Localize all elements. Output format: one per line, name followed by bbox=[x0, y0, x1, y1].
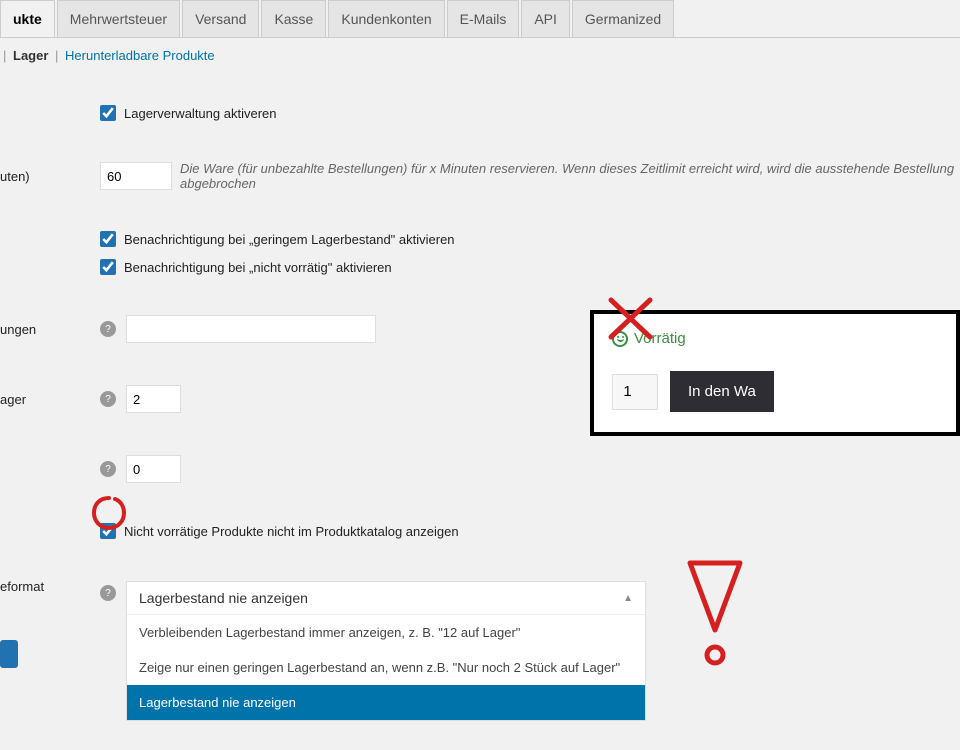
tab-emails[interactable]: E-Mails bbox=[447, 0, 520, 37]
stock-display-format-select[interactable]: Lagerbestand nie anzeigen ▲ Verbleibende… bbox=[126, 581, 646, 721]
hide-out-of-stock-label: Nicht vorrätige Produkte nicht im Produk… bbox=[124, 524, 459, 539]
product-preview-box: Vorrätig In den Wa bbox=[590, 310, 960, 436]
select-option-low-only[interactable]: Zeige nur einen geringen Lagerbestand an… bbox=[127, 650, 645, 685]
out-of-stock-threshold-input[interactable] bbox=[126, 455, 181, 483]
quantity-input[interactable] bbox=[612, 374, 658, 410]
tab-accounts[interactable]: Kundenkonten bbox=[328, 0, 444, 37]
notification-recipients-label: ungen bbox=[0, 322, 100, 337]
chevron-up-icon: ▲ bbox=[623, 593, 633, 604]
stock-status: Vorrätig bbox=[612, 330, 938, 347]
stock-status-text: Vorrätig bbox=[634, 330, 686, 347]
low-stock-notify-checkbox[interactable] bbox=[100, 231, 116, 247]
hold-stock-label: uten) bbox=[0, 169, 100, 184]
select-current-value[interactable]: Lagerbestand nie anzeigen ▲ bbox=[127, 582, 645, 615]
help-icon[interactable]: ? bbox=[100, 321, 116, 337]
tab-shipping[interactable]: Versand bbox=[182, 0, 259, 37]
hold-stock-minutes-input[interactable] bbox=[100, 162, 172, 190]
tab-tax[interactable]: Mehrwertsteuer bbox=[57, 0, 180, 37]
tab-api[interactable]: API bbox=[521, 0, 570, 37]
hold-stock-description: Die Ware (für unbezahlte Bestellungen) f… bbox=[180, 161, 960, 191]
tab-checkout[interactable]: Kasse bbox=[261, 0, 326, 37]
save-button[interactable] bbox=[0, 640, 18, 668]
low-stock-threshold-input[interactable] bbox=[126, 385, 181, 413]
help-icon[interactable]: ? bbox=[100, 391, 116, 407]
enable-stock-management-checkbox[interactable] bbox=[100, 105, 116, 121]
low-stock-notify-label: Benachrichtigung bei „geringem Lagerbest… bbox=[124, 232, 455, 247]
add-to-cart-button[interactable]: In den Wa bbox=[670, 371, 774, 412]
out-of-stock-notify-checkbox[interactable] bbox=[100, 259, 116, 275]
subtab-downloadable[interactable]: Herunterladbare Produkte bbox=[65, 48, 215, 63]
subtab-inventory[interactable]: Lager bbox=[13, 48, 48, 63]
select-option-always[interactable]: Verbleibenden Lagerbestand immer anzeige… bbox=[127, 615, 645, 650]
notification-recipients-input[interactable] bbox=[126, 315, 376, 343]
hide-out-of-stock-checkbox[interactable] bbox=[100, 523, 116, 539]
select-option-never[interactable]: Lagerbestand nie anzeigen bbox=[127, 685, 645, 720]
tab-germanized[interactable]: Germanized bbox=[572, 0, 674, 37]
sub-navigation: | Lager | Herunterladbare Produkte bbox=[0, 38, 960, 73]
out-of-stock-notify-label: Benachrichtigung bei „nicht vorrätig" ak… bbox=[124, 260, 392, 275]
settings-tabs: ukte Mehrwertsteuer Versand Kasse Kunden… bbox=[0, 0, 960, 38]
enable-stock-management-label: Lagerverwaltung aktiveren bbox=[124, 106, 276, 121]
smiley-icon bbox=[612, 331, 628, 347]
help-icon[interactable]: ? bbox=[100, 585, 116, 601]
low-stock-threshold-label: ager bbox=[0, 392, 100, 407]
stock-display-format-label: eformat bbox=[0, 579, 100, 594]
help-icon[interactable]: ? bbox=[100, 461, 116, 477]
tab-products[interactable]: ukte bbox=[0, 0, 55, 37]
